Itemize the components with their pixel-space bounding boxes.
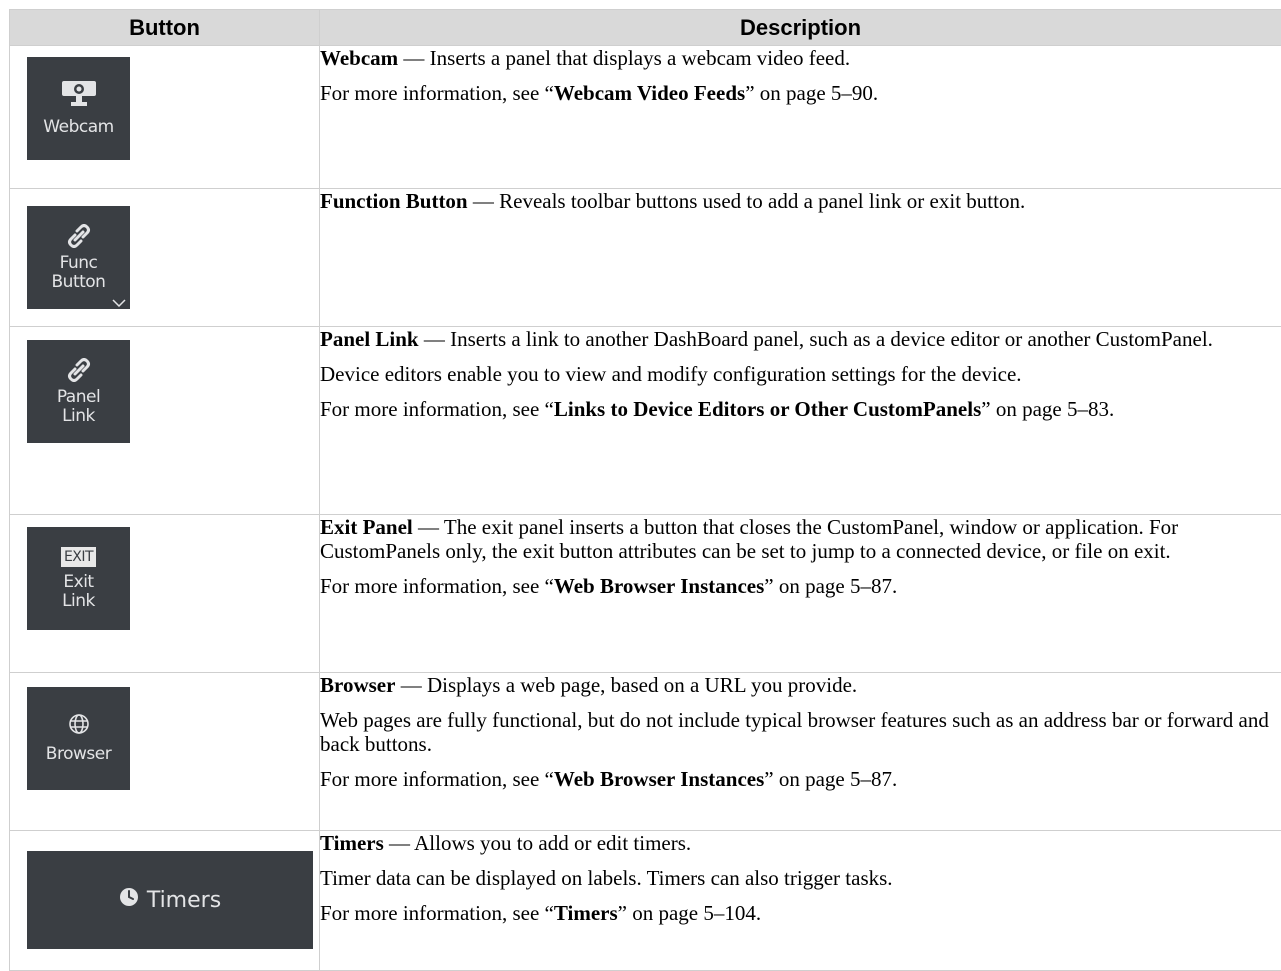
item-title: Exit Panel bbox=[320, 515, 413, 539]
summary: Panel Link — Inserts a link to another D… bbox=[320, 327, 1281, 351]
timers-button-label: Timers bbox=[147, 888, 221, 913]
more-info-pre: For more information, see “ bbox=[320, 397, 554, 421]
chevron-down-icon bbox=[112, 299, 126, 307]
more-info: For more information, see “Links to Devi… bbox=[320, 397, 1281, 421]
table-row: Timers Timers — Allows you to add or edi… bbox=[10, 831, 1281, 971]
button-cell: Browser bbox=[10, 673, 320, 831]
summary-text: — Displays a web page, based on a URL yo… bbox=[395, 673, 857, 697]
more-info: For more information, see “Timers” on pa… bbox=[320, 901, 1281, 925]
item-title: Webcam bbox=[320, 46, 398, 70]
reference-link[interactable]: Timers bbox=[554, 901, 618, 925]
summary-text: — Inserts a link to another DashBoard pa… bbox=[419, 327, 1213, 351]
browser-button[interactable]: Browser bbox=[27, 687, 130, 790]
reference-link[interactable]: Webcam Video Feeds bbox=[554, 81, 745, 105]
item-title: Function Button bbox=[320, 189, 468, 213]
func-button-label-1: Func bbox=[60, 254, 98, 273]
browser-button-label: Browser bbox=[46, 745, 111, 764]
exit-link-button[interactable]: EXIT Exit Link bbox=[27, 527, 130, 630]
summary: Function Button — Reveals toolbar button… bbox=[320, 189, 1281, 213]
item-title: Panel Link bbox=[320, 327, 419, 351]
button-cell: Func Button bbox=[10, 189, 320, 327]
detail: Timer data can be displayed on labels. T… bbox=[320, 866, 1281, 890]
reference-link[interactable]: Web Browser Instances bbox=[554, 574, 764, 598]
more-info: For more information, see “Web Browser I… bbox=[320, 767, 1281, 791]
webcam-button-label: Webcam bbox=[43, 118, 113, 137]
table-row: Panel Link Panel Link — Inserts a link t… bbox=[10, 327, 1281, 515]
summary-text: — Allows you to add or edit timers. bbox=[384, 831, 691, 855]
button-cell: Webcam bbox=[10, 46, 320, 189]
func-button[interactable]: Func Button bbox=[27, 206, 130, 309]
more-info-post: ” on page 5–90. bbox=[745, 81, 878, 105]
item-title: Browser bbox=[320, 673, 395, 697]
more-info-post: ” on page 5–83. bbox=[981, 397, 1114, 421]
summary: Browser — Displays a web page, based on … bbox=[320, 673, 1281, 697]
more-info-post: ” on page 5–104. bbox=[618, 901, 761, 925]
description-cell: Timers — Allows you to add or edit timer… bbox=[320, 831, 1281, 971]
description-cell: Function Button — Reveals toolbar button… bbox=[320, 189, 1281, 327]
detail: Device editors enable you to view and mo… bbox=[320, 362, 1281, 386]
exit-link-label-2: Link bbox=[62, 592, 95, 611]
button-cell: Panel Link bbox=[10, 327, 320, 515]
more-info-pre: For more information, see “ bbox=[320, 767, 554, 791]
header-description: Description bbox=[320, 10, 1281, 46]
clock-icon bbox=[119, 887, 147, 913]
detail: Web pages are fully functional, but do n… bbox=[320, 708, 1281, 756]
summary: Exit Panel — The exit panel inserts a bu… bbox=[320, 515, 1281, 563]
description-cell: Panel Link — Inserts a link to another D… bbox=[320, 327, 1281, 515]
exit-badge-icon: EXIT bbox=[61, 547, 96, 567]
more-info-pre: For more information, see “ bbox=[320, 81, 554, 105]
description-cell: Exit Panel — The exit panel inserts a bu… bbox=[320, 515, 1281, 673]
table-row: Func Button Function Button — Reveals to… bbox=[10, 189, 1281, 327]
webcam-button[interactable]: Webcam bbox=[27, 57, 130, 160]
button-cell: Timers bbox=[10, 831, 320, 971]
more-info-pre: For more information, see “ bbox=[320, 574, 554, 598]
timers-button[interactable]: Timers bbox=[27, 851, 313, 949]
table-row: EXIT Exit Link Exit Panel — The exit pan… bbox=[10, 515, 1281, 673]
panel-link-button[interactable]: Panel Link bbox=[27, 340, 130, 443]
more-info-post: ” on page 5–87. bbox=[764, 574, 897, 598]
reference-link[interactable]: Web Browser Instances bbox=[554, 767, 764, 791]
link-icon bbox=[67, 224, 91, 248]
button-reference-table: Button Description Webca bbox=[9, 9, 1281, 971]
more-info: For more information, see “Web Browser I… bbox=[320, 574, 1281, 598]
reference-link[interactable]: Links to Device Editors or Other CustomP… bbox=[554, 397, 981, 421]
summary-text: — Inserts a panel that displays a webcam… bbox=[398, 46, 850, 70]
more-info-post: ” on page 5–87. bbox=[764, 767, 897, 791]
globe-icon bbox=[68, 713, 90, 735]
description-cell: Webcam — Inserts a panel that displays a… bbox=[320, 46, 1281, 189]
more-info-pre: For more information, see “ bbox=[320, 901, 554, 925]
table-header-row: Button Description bbox=[10, 10, 1281, 46]
header-button: Button bbox=[10, 10, 320, 46]
item-title: Timers bbox=[320, 831, 384, 855]
table-row: Browser Browser — Displays a web page, b… bbox=[10, 673, 1281, 831]
summary-text: — The exit panel inserts a button that c… bbox=[320, 515, 1178, 563]
webcam-icon bbox=[60, 80, 98, 108]
more-info: For more information, see “Webcam Video … bbox=[320, 81, 1281, 105]
exit-link-label-1: Exit bbox=[63, 573, 93, 592]
summary: Webcam — Inserts a panel that displays a… bbox=[320, 46, 1281, 70]
panel-link-label-2: Link bbox=[62, 407, 95, 426]
description-cell: Browser — Displays a web page, based on … bbox=[320, 673, 1281, 831]
link-icon bbox=[67, 358, 91, 382]
table-row: Webcam Webcam — Inserts a panel that dis… bbox=[10, 46, 1281, 189]
button-cell: EXIT Exit Link bbox=[10, 515, 320, 673]
panel-link-label-1: Panel bbox=[57, 388, 100, 407]
summary: Timers — Allows you to add or edit timer… bbox=[320, 831, 1281, 855]
summary-text: — Reveals toolbar buttons used to add a … bbox=[468, 189, 1026, 213]
func-button-label-2: Button bbox=[52, 273, 106, 292]
